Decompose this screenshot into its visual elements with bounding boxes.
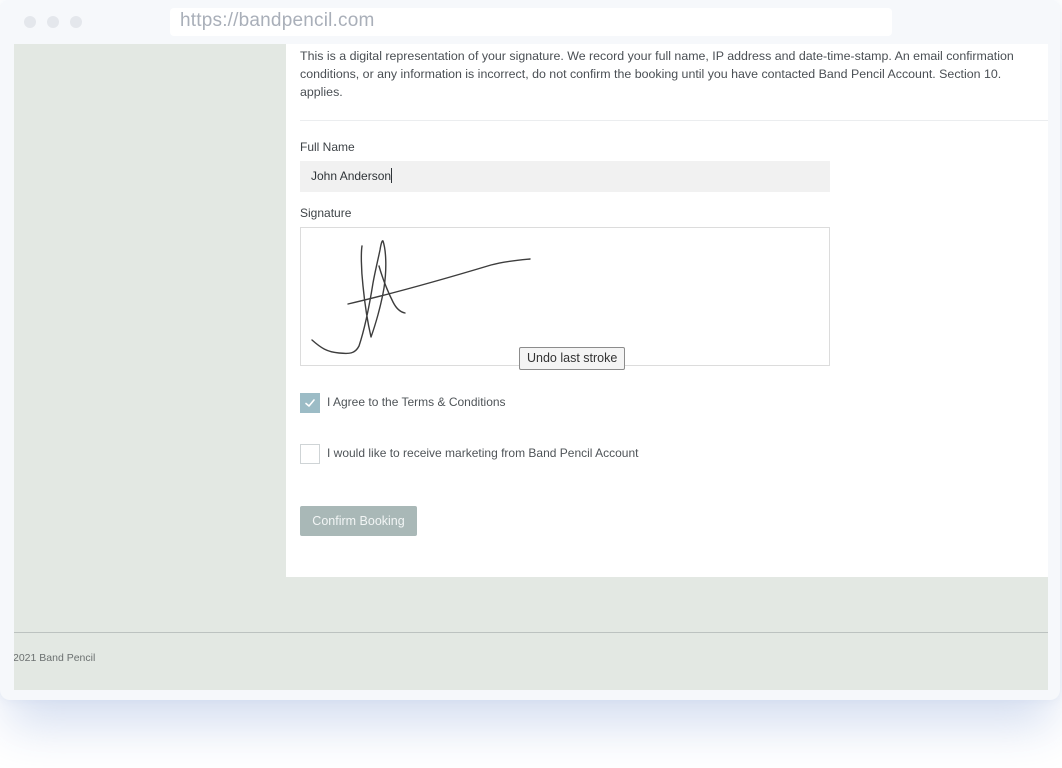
terms-checkbox[interactable]	[300, 393, 320, 413]
signature-stroke	[347, 258, 531, 305]
undo-last-stroke-button[interactable]: Undo last stroke	[519, 347, 626, 370]
check-icon	[305, 399, 315, 407]
footer-divider	[14, 632, 1048, 633]
address-bar[interactable]: https://bandpencil.com	[170, 8, 892, 36]
window-maximize-dot[interactable]	[70, 16, 82, 28]
page-viewport: This is a digital representation of your…	[14, 44, 1048, 690]
browser-titlebar: https://bandpencil.com	[0, 0, 1060, 44]
signature-label: Signature	[300, 206, 352, 220]
full-name-input[interactable]: John Anderson	[300, 161, 830, 192]
terms-label[interactable]: I Agree to the Terms & Conditions	[327, 395, 506, 409]
footer-copyright: 2021 Band Pencil	[14, 652, 96, 664]
section-divider	[300, 120, 1048, 121]
signature-pad[interactable]: Undo last stroke	[300, 227, 830, 370]
browser-window: https://bandpencil.com This is a digital…	[0, 0, 1060, 700]
full-name-label: Full Name	[300, 140, 355, 154]
notice-line: conditions, or any information is incorr…	[300, 67, 1002, 81]
notice-line: This is a digital representation of your…	[300, 49, 1014, 63]
marketing-label[interactable]: I would like to receive marketing from B…	[327, 446, 638, 460]
window-close-dot[interactable]	[24, 16, 36, 28]
address-url: https://bandpencil.com	[180, 10, 375, 31]
full-name-value: John Anderson	[311, 169, 392, 183]
confirm-booking-button[interactable]: Confirm Booking	[300, 506, 417, 536]
signature-drawing	[311, 240, 531, 355]
text-caret	[391, 168, 393, 183]
booking-form-card: This is a digital representation of your…	[286, 44, 1048, 577]
signature-stroke	[378, 265, 406, 314]
marketing-checkbox[interactable]	[300, 444, 320, 464]
signature-notice: This is a digital representation of your…	[300, 47, 1048, 101]
notice-line: applies.	[300, 85, 343, 99]
window-minimize-dot[interactable]	[47, 16, 59, 28]
